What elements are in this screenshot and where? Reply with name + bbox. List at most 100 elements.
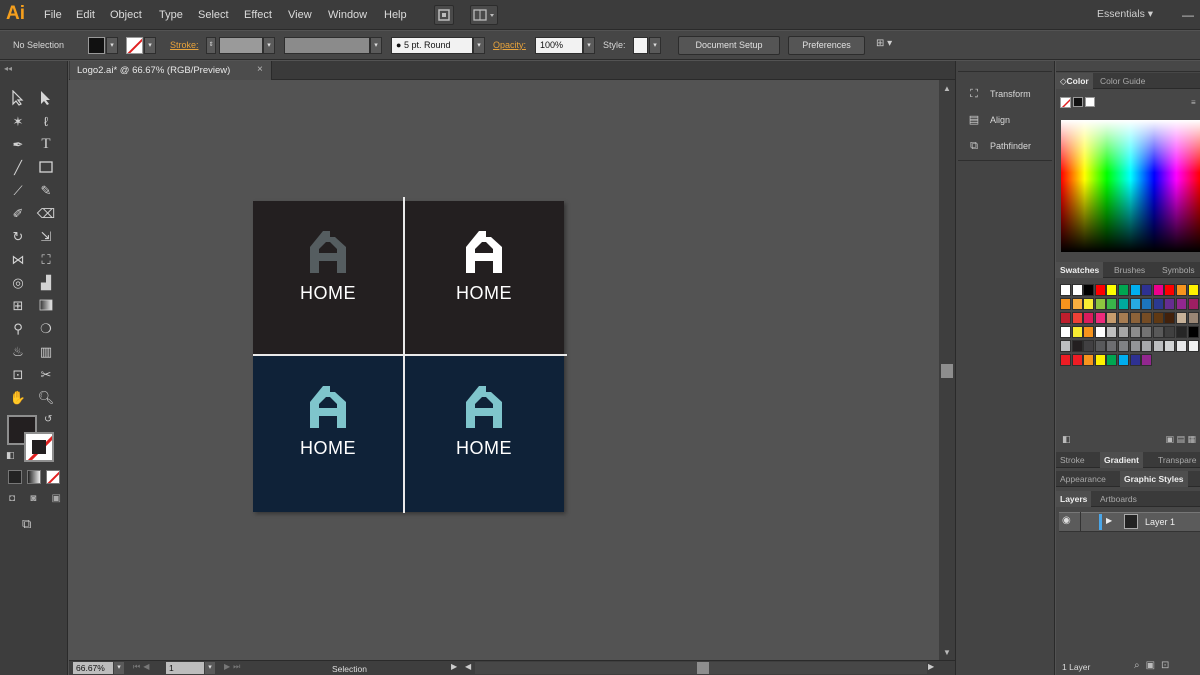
menu-file[interactable]: File: [44, 8, 62, 22]
swatch[interactable]: [1129, 312, 1141, 324]
width-tool-icon[interactable]: ⋈: [8, 249, 28, 269]
blend-tool-icon[interactable]: ❍: [36, 318, 56, 338]
logo-variant-3[interactable]: HOME: [253, 356, 403, 512]
stroke-weight-stepper[interactable]: ⇕: [206, 37, 216, 54]
swatch[interactable]: [1083, 312, 1095, 324]
swatch[interactable]: [1094, 326, 1106, 338]
opacity-label[interactable]: Opacity:: [493, 40, 526, 50]
eyedropper-tool-icon[interactable]: ⚲: [8, 318, 28, 338]
tab-appearance[interactable]: Appearance: [1056, 471, 1110, 487]
tab-artboards[interactable]: Artboards: [1096, 491, 1141, 507]
color-mode-icon[interactable]: [8, 470, 22, 484]
swatch[interactable]: [1141, 354, 1153, 366]
swatch[interactable]: [1187, 326, 1199, 338]
swatch[interactable]: [1106, 284, 1118, 296]
swatch[interactable]: [1176, 312, 1187, 324]
line-segment-tool-icon[interactable]: ╱: [8, 157, 28, 177]
slice-tool-icon[interactable]: ✂: [36, 364, 56, 384]
swatch[interactable]: [1083, 284, 1095, 296]
column-graph-tool-icon[interactable]: ▥: [36, 341, 56, 361]
swatch[interactable]: [1071, 298, 1083, 310]
swatch[interactable]: [1106, 312, 1118, 324]
swatch[interactable]: [1060, 284, 1071, 296]
swatch[interactable]: [1071, 312, 1083, 324]
swatch[interactable]: [1106, 326, 1118, 338]
logo-variant-2[interactable]: HOME: [404, 201, 564, 355]
symbol-sprayer-tool-icon[interactable]: ♨: [8, 341, 28, 361]
swatch[interactable]: [1187, 312, 1199, 324]
swatch[interactable]: [1094, 340, 1106, 352]
tab-transparency[interactable]: Transpare: [1154, 452, 1200, 468]
zoom-tool-icon[interactable]: 🔍︎: [36, 387, 56, 407]
zoom-dropdown[interactable]: ▾: [114, 662, 124, 674]
stroke-weight-dropdown[interactable]: ▾: [263, 37, 275, 54]
stroke-weight-field[interactable]: [219, 37, 263, 54]
lasso-tool-icon[interactable]: ℓ: [36, 111, 56, 131]
tab-gradient[interactable]: Gradient: [1100, 452, 1143, 468]
layer-name[interactable]: Layer 1: [1145, 517, 1175, 527]
swatch[interactable]: [1129, 284, 1141, 296]
scroll-down-icon[interactable]: ▼: [943, 648, 951, 657]
swatch[interactable]: [1164, 312, 1176, 324]
artboard-next-icons[interactable]: ▶⏭: [224, 662, 243, 672]
brush-dropdown[interactable]: ▾: [473, 37, 485, 54]
close-icon[interactable]: ×: [257, 64, 263, 75]
swatch[interactable]: [1152, 298, 1164, 310]
swatch[interactable]: [1083, 354, 1095, 366]
swatch[interactable]: [1106, 298, 1118, 310]
style-dropdown[interactable]: ▾: [649, 37, 661, 54]
swatch[interactable]: [1141, 326, 1153, 338]
draw-behind-icon[interactable]: ◙: [30, 493, 36, 507]
swatch[interactable]: [1129, 298, 1141, 310]
scroll-left-icon[interactable]: ◀: [465, 662, 471, 671]
blob-brush-tool-icon[interactable]: ✐: [8, 203, 28, 223]
menu-window[interactable]: Window: [328, 8, 367, 22]
swatch[interactable]: [1152, 284, 1164, 296]
tab-stroke[interactable]: Stroke: [1056, 452, 1089, 468]
swatch[interactable]: [1187, 340, 1199, 352]
tab-brushes[interactable]: Brushes: [1110, 262, 1149, 278]
pencil-tool-icon[interactable]: ✎: [36, 180, 56, 200]
swatch[interactable]: [1176, 284, 1187, 296]
layer-footer-icons[interactable]: ⌕▣⊡: [1134, 660, 1175, 671]
swap-colors-icon[interactable]: ↺: [44, 414, 52, 425]
tab-color[interactable]: ◇Color: [1056, 73, 1093, 89]
swatch[interactable]: [1118, 354, 1129, 366]
artboard[interactable]: HOME HOME HOME HOME: [253, 201, 564, 512]
scale-tool-icon[interactable]: ⇲: [36, 226, 56, 246]
swatch[interactable]: [1094, 284, 1106, 296]
dock-align[interactable]: ▤ Align: [966, 110, 1054, 130]
menu-edit[interactable]: Edit: [76, 8, 95, 22]
swatch[interactable]: [1083, 340, 1095, 352]
menu-type[interactable]: Type: [159, 8, 183, 22]
draw-normal-icon[interactable]: ◘: [9, 493, 15, 507]
swatch[interactable]: [1164, 326, 1176, 338]
swatch[interactable]: [1106, 340, 1118, 352]
swatch[interactable]: [1187, 284, 1199, 296]
tab-layers[interactable]: Layers: [1056, 491, 1092, 507]
artboard-tool-icon[interactable]: ⊡: [8, 364, 28, 384]
bridge-button[interactable]: [434, 5, 454, 25]
swatch[interactable]: [1060, 340, 1071, 352]
stroke-swatch[interactable]: [126, 37, 143, 54]
fill-swatch[interactable]: [88, 37, 105, 54]
eraser-tool-icon[interactable]: ⌫: [36, 203, 56, 223]
zoom-field[interactable]: 66.67%: [73, 662, 113, 674]
swatch[interactable]: [1164, 340, 1176, 352]
perspective-grid-tool-icon[interactable]: ▟: [36, 272, 56, 292]
paintbrush-tool-icon[interactable]: ⟋: [8, 180, 28, 200]
shape-builder-tool-icon[interactable]: ◎: [8, 272, 28, 292]
color-panel-menu-icon[interactable]: ≡: [1191, 98, 1196, 107]
logo-variant-1[interactable]: HOME: [253, 201, 403, 355]
swatch-library-icon[interactable]: ◧: [1062, 434, 1071, 446]
swatch[interactable]: [1106, 354, 1118, 366]
swatch[interactable]: [1094, 354, 1106, 366]
swatch[interactable]: [1164, 284, 1176, 296]
direct-selection-tool-icon[interactable]: [36, 88, 56, 108]
tools-collapse-icon[interactable]: ◂◂: [4, 64, 12, 73]
none-mode-icon[interactable]: [46, 470, 60, 484]
color-white-swatch[interactable]: [1085, 97, 1095, 107]
pen-tool-icon[interactable]: ✒: [8, 134, 28, 154]
swatch[interactable]: [1083, 326, 1095, 338]
menu-view[interactable]: View: [288, 8, 312, 22]
